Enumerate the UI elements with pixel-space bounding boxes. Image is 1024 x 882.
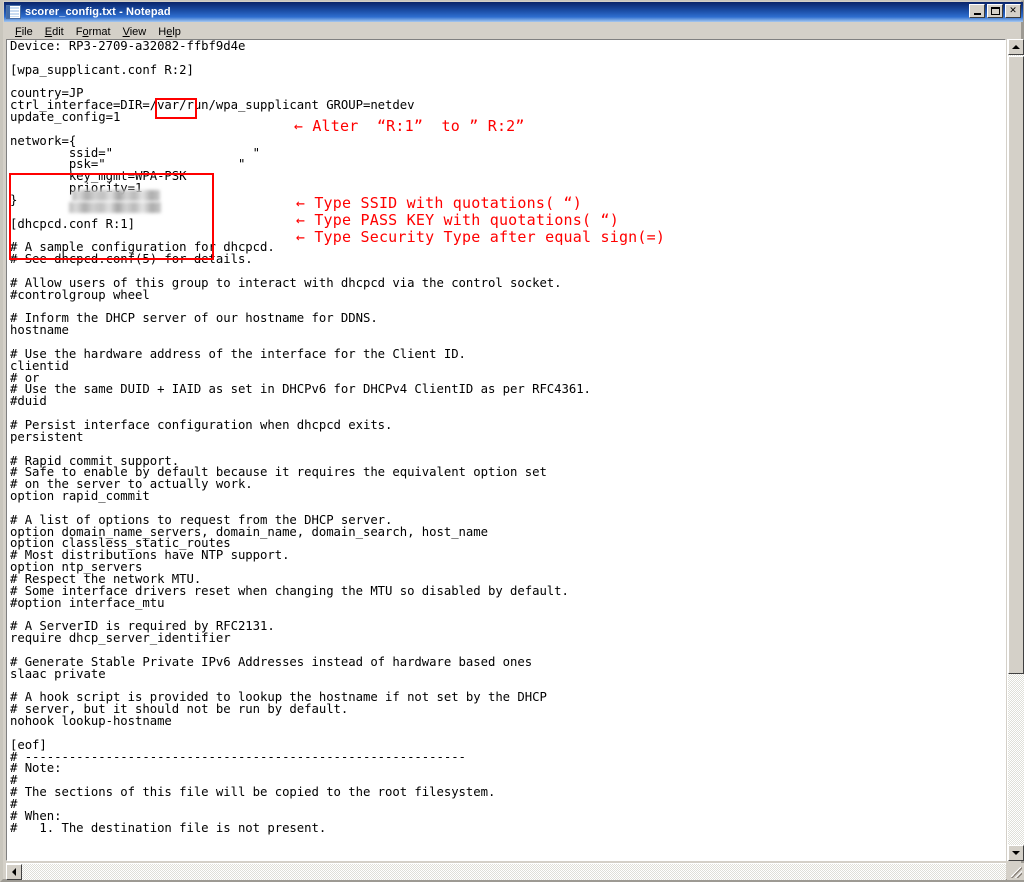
notepad-window: scorer_config.txt - Notepad File Edit Fo… — [0, 0, 1024, 882]
arrow-left-icon: ← — [293, 116, 304, 135]
maximize-icon — [988, 5, 1002, 17]
annotation-alter-revision-text: Alter “R:1” to ” R:2” — [312, 116, 525, 135]
minimize-button[interactable] — [969, 4, 985, 18]
menu-item-edit[interactable]: Edit — [40, 25, 71, 39]
menu-label-format: rmat — [88, 26, 111, 38]
menu-label-view: iew — [129, 26, 147, 38]
network-block-box — [9, 173, 214, 260]
menu-item-format[interactable]: Format — [71, 25, 118, 39]
revision-tag-box — [155, 98, 197, 119]
menu-label-help: lp — [172, 26, 181, 38]
menu-label-file: ile — [21, 26, 33, 38]
menu-label-edit: dit — [52, 26, 64, 38]
client-area: Device: RP3-2709-a32082-ffbf9d4e [wpa_su… — [6, 39, 1024, 880]
chevron-down-icon — [1012, 851, 1020, 855]
minimize-icon — [970, 5, 984, 17]
menu-item-file[interactable]: File — [10, 25, 40, 39]
chevron-left-icon — [12, 868, 16, 876]
document-text[interactable]: Device: RP3-2709-a32082-ffbf9d4e [wpa_su… — [10, 40, 591, 835]
maximize-button[interactable] — [987, 4, 1003, 18]
annotation-security-type-text: Type Security Type after equal sign(=) — [314, 227, 666, 246]
close-icon — [1006, 5, 1020, 17]
resize-grip[interactable] — [1007, 863, 1024, 880]
menu-item-help[interactable]: Help — [153, 25, 188, 39]
horizontal-scrollbar[interactable] — [6, 863, 1006, 880]
vertical-scrollbar-thumb[interactable] — [1008, 56, 1024, 674]
scroll-left-button[interactable] — [6, 864, 22, 880]
scroll-up-button[interactable] — [1008, 39, 1024, 55]
text-editor[interactable]: Device: RP3-2709-a32082-ffbf9d4e [wpa_su… — [6, 39, 1006, 861]
chevron-up-icon — [1012, 45, 1020, 49]
annotation-alter-revision: ← Alter “R:1” to ” R:2” — [220, 100, 525, 153]
window-controls — [969, 4, 1021, 18]
menu-item-view[interactable]: View — [118, 25, 154, 39]
annotation-security-type: ← Type Security Type after equal sign(=) — [222, 211, 665, 264]
title-bar: scorer_config.txt - Notepad — [4, 2, 1023, 22]
scroll-down-button[interactable] — [1008, 845, 1024, 861]
notepad-document-icon — [6, 5, 21, 19]
vertical-scrollbar[interactable] — [1007, 39, 1024, 861]
close-button[interactable] — [1005, 4, 1021, 18]
arrow-left-icon: ← — [295, 227, 306, 246]
window-title: scorer_config.txt - Notepad — [25, 6, 171, 18]
